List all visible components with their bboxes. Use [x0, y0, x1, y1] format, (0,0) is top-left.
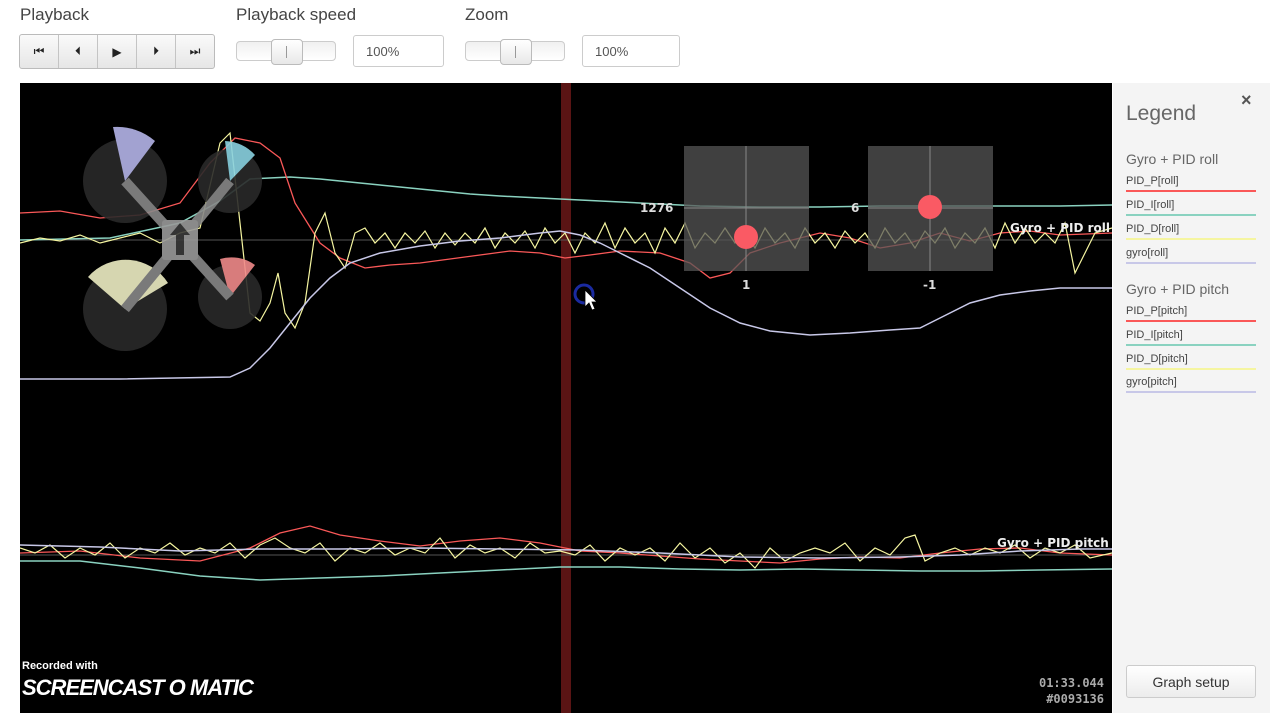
stick-right-y-value: -1 [923, 278, 937, 292]
log-graph-canvas[interactable]: 1276 1 6 -1 Gyro + PID roll Gyro + PID p… [20, 83, 1112, 713]
stick-right-x-value: 6 [851, 201, 860, 215]
zoom-label: Zoom [465, 5, 509, 24]
step-forward-button[interactable]: ⏵ [137, 35, 176, 68]
stick-left-y-value: 1 [742, 278, 751, 292]
craft-model [83, 126, 262, 351]
step-back-icon: ⏴ [74, 44, 81, 58]
graph-setup-button[interactable]: Graph setup [1126, 665, 1256, 698]
watermark-caption: Recorded with [22, 660, 98, 672]
stick-right-box [868, 146, 993, 271]
legend-item-pid-p-pitch[interactable]: PID_P[pitch] [1126, 305, 1256, 322]
playback-speed-label: Playback speed [236, 5, 357, 24]
legend-item-pid-i-pitch[interactable]: PID_I[pitch] [1126, 329, 1256, 346]
step-forward-icon: ⏵ [152, 44, 159, 58]
playback-controls: ⏮ ⏴ ▶ ⏵ ⏭ [19, 34, 215, 69]
skip-to-end-button[interactable]: ⏭ [176, 35, 214, 68]
legend-title: Legend [1126, 102, 1197, 125]
playback-speed-slider[interactable] [236, 39, 336, 65]
playback-speed-input[interactable] [353, 35, 444, 67]
stick-left-x-value: 1276 [640, 201, 674, 215]
mouse-pointer-icon [584, 289, 598, 311]
legend-panel: Legend × Gyro + PID roll PID_P[roll] PID… [1113, 83, 1270, 713]
playback-label: Playback [20, 5, 89, 24]
stick-left-position [734, 225, 758, 249]
legend-item-pid-p-roll[interactable]: PID_P[roll] [1126, 175, 1256, 192]
skip-end-icon: ⏭ [189, 44, 201, 58]
play-button[interactable]: ▶ [98, 35, 137, 68]
play-icon: ▶ [112, 44, 122, 59]
step-back-button[interactable]: ⏴ [59, 35, 98, 68]
skip-to-start-button[interactable]: ⏮ [20, 35, 59, 68]
time-value: 01:33.044 [1038, 676, 1104, 690]
legend-item-pid-d-pitch[interactable]: PID_D[pitch] [1126, 353, 1256, 370]
roll-graph-label: Gyro + PID roll [1010, 221, 1111, 235]
stick-right-position [918, 195, 942, 219]
zoom-input[interactable] [582, 35, 680, 67]
stick-left-box [684, 146, 809, 271]
zoom-slider[interactable] [465, 39, 565, 65]
pitch-graph-label: Gyro + PID pitch [997, 536, 1109, 550]
graph-svg [20, 83, 1112, 713]
zoom-slider-handle[interactable] [500, 39, 532, 65]
time-cursor[interactable] [561, 83, 571, 713]
frame-number: #0093136 [1046, 692, 1104, 706]
legend-item-gyro-pitch[interactable]: gyro[pitch] [1126, 376, 1256, 393]
playback-speed-slider-handle[interactable] [271, 39, 303, 65]
time-readout: 01:33.044 #0093136 [1039, 675, 1104, 707]
legend-group-pitch: Gyro + PID pitch [1126, 281, 1230, 297]
legend-item-gyro-roll[interactable]: gyro[roll] [1126, 247, 1256, 264]
legend-item-pid-d-roll[interactable]: PID_D[roll] [1126, 223, 1256, 240]
watermark-logo: SCREENCAST O MATIC [22, 675, 254, 700]
close-icon[interactable]: × [1241, 90, 1252, 111]
skip-start-icon: ⏮ [33, 44, 45, 58]
legend-item-pid-i-roll[interactable]: PID_I[roll] [1126, 199, 1256, 216]
legend-group-roll: Gyro + PID roll [1126, 151, 1219, 167]
